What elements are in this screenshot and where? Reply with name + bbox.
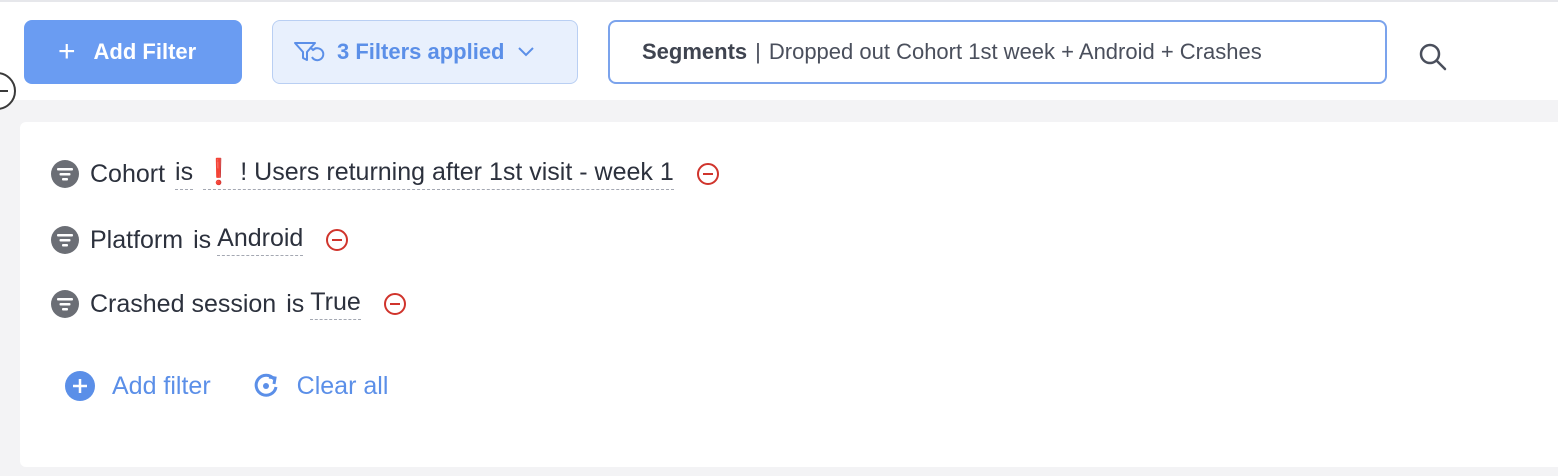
- plus-circle-icon: [65, 371, 95, 401]
- clear-all-link-label: Clear all: [296, 371, 389, 400]
- clear-all-link[interactable]: Clear all: [251, 371, 389, 401]
- minus-circle-icon[interactable]: [325, 228, 349, 252]
- exclamation-icon: ❗: [203, 158, 235, 186]
- top-toolbar: + Add Filter 3 Filters applied Segments …: [0, 0, 1558, 110]
- filter-operator: is: [193, 225, 212, 254]
- segments-label: Segments: [642, 39, 748, 64]
- filter-reset-icon: [294, 42, 325, 62]
- filter-value-text: ! Users returning after 1st visit - week…: [240, 158, 674, 186]
- filter-field: Platform: [90, 225, 184, 254]
- add-filter-button-label: Add Filter: [93, 39, 197, 64]
- minus-circle-icon[interactable]: [696, 162, 720, 186]
- filter-field: Crashed session: [90, 289, 277, 318]
- filter-funnel-icon: [51, 290, 79, 318]
- refresh-icon: [254, 373, 278, 397]
- filter-row: Platform is Android: [50, 222, 349, 258]
- add-filter-link[interactable]: Add filter: [64, 370, 211, 402]
- collapse-handle-icon[interactable]: [0, 72, 16, 110]
- chevron-down-icon: [517, 47, 534, 57]
- filter-value[interactable]: Android: [217, 224, 304, 256]
- search-icon[interactable]: [1414, 38, 1452, 76]
- filter-operator: is: [286, 289, 305, 318]
- filter-field: Cohort: [90, 159, 166, 188]
- filters-panel: Cohort is ❗! Users returning after 1st v…: [20, 122, 1558, 467]
- filters-applied-dropdown[interactable]: 3 Filters applied: [272, 20, 578, 84]
- minus-circle-icon[interactable]: [383, 292, 407, 316]
- filter-operator[interactable]: is: [175, 158, 194, 190]
- add-filter-link-label: Add filter: [112, 371, 211, 400]
- filter-value[interactable]: ❗! Users returning after 1st visit - wee…: [203, 158, 674, 190]
- filters-applied-label: 3 Filters applied: [337, 39, 505, 64]
- filter-row: Crashed session is True: [50, 286, 407, 322]
- filter-funnel-icon: [51, 226, 79, 254]
- segments-selector[interactable]: Segments | Dropped out Cohort 1st week +…: [608, 20, 1387, 84]
- plus-icon: +: [58, 35, 76, 68]
- filter-actions: Add filter Clear all: [64, 370, 388, 402]
- add-filter-button[interactable]: + Add Filter: [24, 20, 242, 84]
- segments-value: Dropped out Cohort 1st week + Android + …: [768, 39, 1262, 64]
- segments-separator: |: [755, 39, 761, 64]
- filter-funnel-icon: [51, 160, 79, 188]
- filter-value[interactable]: True: [310, 288, 361, 320]
- filter-row: Cohort is ❗! Users returning after 1st v…: [50, 156, 720, 192]
